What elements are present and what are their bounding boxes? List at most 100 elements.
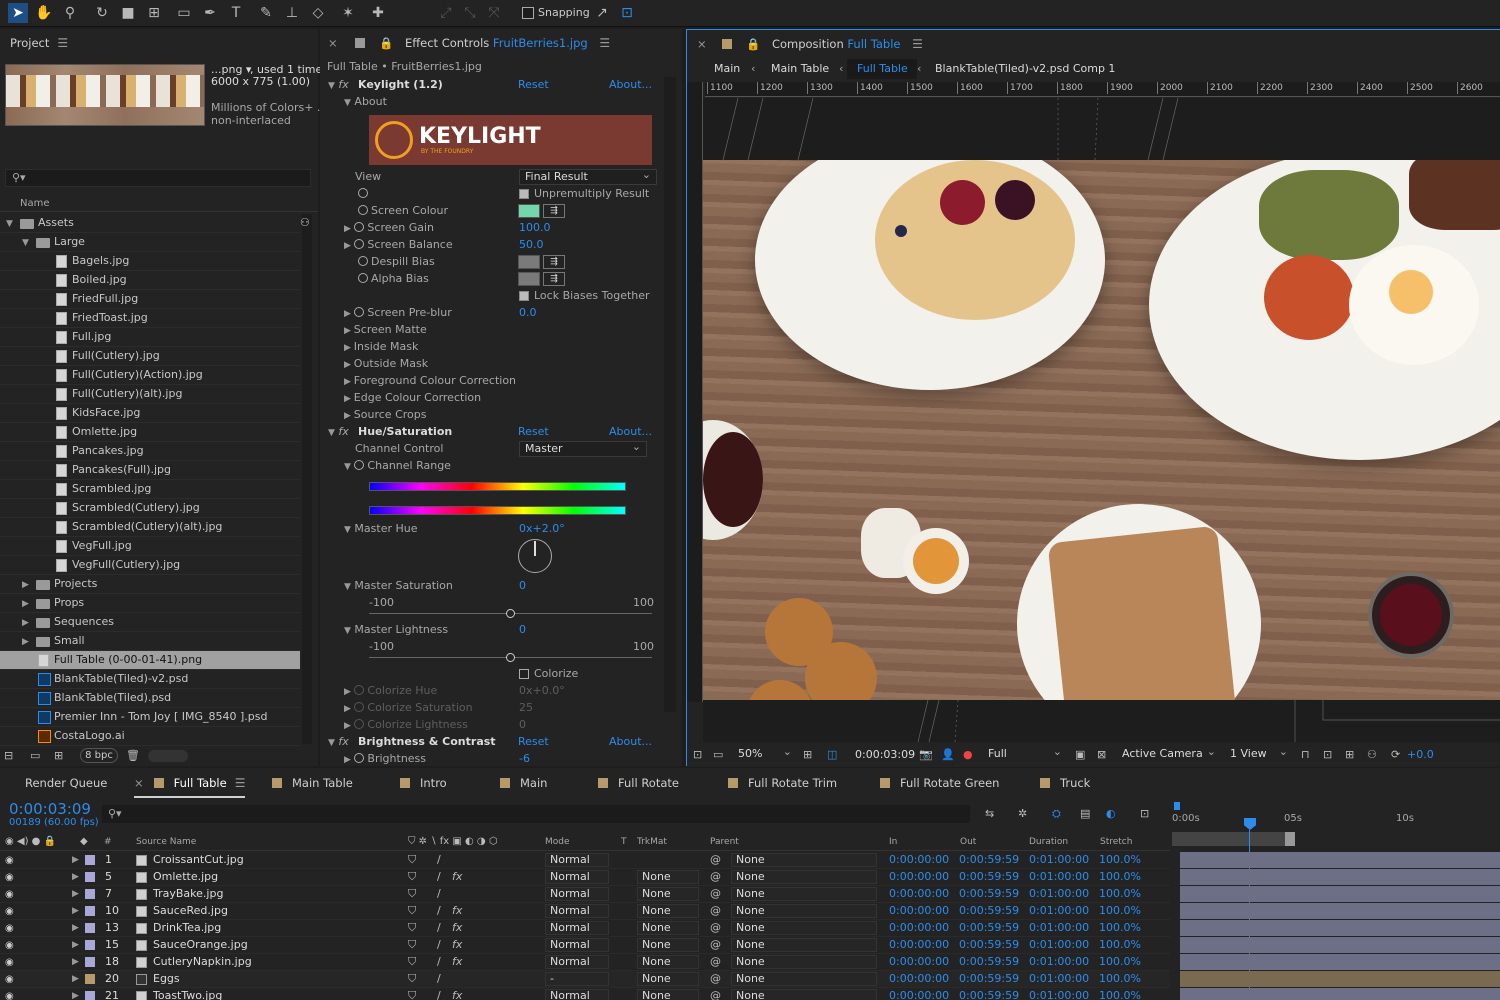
monitor-icon[interactable]: ▭ bbox=[713, 748, 723, 762]
fast-previews-icon[interactable]: ⊡ bbox=[1323, 748, 1332, 762]
twirl-icon[interactable]: ▼ bbox=[6, 217, 13, 231]
stretch-value[interactable]: 100.0% bbox=[1099, 904, 1141, 918]
duration-value[interactable]: 0:01:00:00 bbox=[1029, 853, 1089, 867]
project-folder-row[interactable]: ▶ Small bbox=[0, 632, 300, 651]
project-item-row[interactable]: FriedToast.jpg bbox=[0, 309, 300, 328]
rectangle-tool-icon[interactable]: ▭ bbox=[174, 3, 194, 23]
stopwatch-icon[interactable] bbox=[358, 256, 368, 266]
layer-duration-bar[interactable] bbox=[1180, 903, 1500, 919]
roto-brush-tool-icon[interactable]: ✶ bbox=[338, 3, 358, 23]
stretch-value[interactable]: 100.0% bbox=[1099, 972, 1141, 986]
shy-switch-icon[interactable]: ⛉ bbox=[408, 870, 416, 884]
parent-dropdown[interactable]: None bbox=[731, 938, 877, 952]
vertical-ruler[interactable] bbox=[687, 82, 703, 702]
type-tool-icon[interactable]: T bbox=[226, 3, 246, 23]
quality-switch-icon[interactable]: / bbox=[437, 989, 441, 1000]
project-item-row[interactable]: Omlette.jpg bbox=[0, 423, 300, 442]
duration-value[interactable]: 0:01:00:00 bbox=[1029, 955, 1089, 969]
quality-switch-icon[interactable]: / bbox=[437, 887, 441, 901]
pick-whip-icon[interactable]: @ bbox=[710, 972, 721, 986]
colorize-hue-row[interactable]: ▶ Colorize Hue bbox=[344, 684, 437, 699]
timeline-search-input[interactable]: ⚲▾ bbox=[102, 805, 970, 823]
keylight-group-row[interactable]: ▶ Inside Mask bbox=[344, 340, 418, 355]
out-point[interactable]: 0:00:59:59 bbox=[959, 955, 1019, 969]
layer-duration-bar[interactable] bbox=[1180, 937, 1500, 953]
composition-mini-flowchart-icon[interactable]: ⇆ bbox=[985, 807, 994, 821]
project-item-row[interactable]: Full Table (0-00-01-41).png bbox=[0, 651, 300, 670]
twirl-icon[interactable]: ▶ bbox=[72, 853, 79, 867]
graph-editor-icon[interactable]: ⊡ bbox=[1140, 807, 1149, 821]
mask-visibility-icon[interactable]: ◫ bbox=[827, 748, 837, 762]
project-tab[interactable]: Project ☰ bbox=[10, 29, 68, 57]
in-column[interactable]: In bbox=[889, 835, 897, 849]
stretch-value[interactable]: 100.0% bbox=[1099, 921, 1141, 935]
project-item-row[interactable]: VegFull(Cutlery).jpg bbox=[0, 556, 300, 575]
menu-icon[interactable]: ☰ bbox=[57, 29, 68, 57]
work-area-bar[interactable] bbox=[1172, 832, 1290, 846]
snapping-checkbox[interactable] bbox=[522, 7, 534, 19]
bc-about-button[interactable]: About... bbox=[609, 735, 652, 749]
hue-about-button[interactable]: About... bbox=[609, 425, 652, 439]
twirl-icon[interactable]: ▶ bbox=[72, 955, 79, 969]
timeline-tab[interactable]: Render Queue bbox=[25, 768, 107, 798]
pick-whip-icon[interactable]: @ bbox=[710, 921, 721, 935]
source-name-column[interactable]: Source Name bbox=[136, 835, 196, 849]
trash-icon[interactable]: 🗑 bbox=[126, 749, 140, 763]
parent-dropdown[interactable]: None bbox=[731, 887, 877, 901]
snapshot-icon[interactable]: 📷 bbox=[919, 748, 933, 762]
label-color[interactable] bbox=[85, 872, 95, 882]
timeline-tab[interactable]: Full Rotate bbox=[598, 768, 679, 798]
time-ruler[interactable]: 0:00s 05s 10s bbox=[1172, 800, 1500, 850]
axis-local-icon[interactable]: ⤢ bbox=[436, 3, 456, 23]
stopwatch-icon[interactable] bbox=[358, 273, 368, 283]
brightness-value[interactable]: -6 bbox=[519, 752, 530, 766]
twirl-icon[interactable]: ▶ bbox=[72, 870, 79, 884]
pick-whip-icon[interactable]: @ bbox=[710, 938, 721, 952]
layer-duration-bar[interactable] bbox=[1180, 988, 1500, 1000]
pan-behind-tool-icon[interactable]: ⊞ bbox=[144, 3, 164, 23]
project-item-row[interactable]: CostaLogo.ai bbox=[0, 727, 300, 746]
eraser-tool-icon[interactable]: ◇ bbox=[308, 3, 328, 23]
snap-features-icon[interactable]: ⊡ bbox=[617, 3, 637, 23]
parent-dropdown[interactable]: None bbox=[731, 921, 877, 935]
duration-value[interactable]: 0:01:00:00 bbox=[1029, 972, 1089, 986]
in-point[interactable]: 0:00:00:00 bbox=[889, 904, 949, 918]
timeline-timecode[interactable]: 0:00:03:09 bbox=[9, 800, 91, 818]
twirl-icon[interactable]: ▶ bbox=[344, 360, 354, 370]
fx-switch-icon[interactable]: fx bbox=[452, 955, 462, 969]
about-group[interactable]: ▼ About bbox=[344, 95, 387, 110]
colorize-lightness-row[interactable]: ▶ Colorize Lightness bbox=[344, 718, 468, 733]
blend-mode-dropdown[interactable]: Normal bbox=[545, 955, 609, 969]
eyedropper-icon[interactable]: ⇶ bbox=[543, 272, 565, 286]
twirl-icon[interactable]: ▶ bbox=[72, 989, 79, 1000]
twirl-icon[interactable]: ▶ bbox=[22, 578, 29, 592]
alpha-bias-swatch[interactable] bbox=[518, 272, 540, 286]
project-folder-row[interactable]: ▼ Large bbox=[0, 233, 300, 252]
master-hue-dial[interactable] bbox=[518, 539, 552, 573]
layer-name[interactable]: SauceRed.jpg bbox=[153, 904, 228, 918]
keylight-group-row[interactable]: ▶ Outside Mask bbox=[344, 357, 428, 372]
brush-tool-icon[interactable]: ✎ bbox=[256, 3, 276, 23]
project-scrollbar[interactable] bbox=[302, 214, 312, 744]
timeline-tab[interactable]: Full Rotate Trim bbox=[728, 768, 837, 798]
fx-switch-icon[interactable]: fx bbox=[452, 904, 462, 918]
table-row[interactable]: ◉ ▶ 10 SauceRed.jpg ⛉ / fx Normal None @ None 0:00:… bbox=[0, 903, 1170, 920]
table-row[interactable]: ◉ ▶ 7 TrayBake.jpg ⛉ / Normal None @ None 0:00:00:… bbox=[0, 886, 1170, 903]
screen-balance-row[interactable]: ▶ Screen Balance bbox=[344, 238, 453, 253]
table-row[interactable]: ◉ ▶ 5 Omlette.jpg ⛉ / fx Normal None @ None 0:00:00… bbox=[0, 869, 1170, 886]
blend-mode-dropdown[interactable]: Normal bbox=[545, 938, 609, 952]
twirl-icon[interactable]: ▶ bbox=[72, 921, 79, 935]
keylight-group-row[interactable]: ▶ Edge Colour Correction bbox=[344, 391, 481, 406]
timeline-tab[interactable]: Truck bbox=[1040, 768, 1090, 798]
timeline-tab[interactable]: Intro bbox=[400, 768, 447, 798]
parent-dropdown[interactable]: None bbox=[731, 870, 877, 884]
master-lightness-row[interactable]: ▼ Master Lightness bbox=[344, 623, 448, 638]
project-item-row[interactable]: Scrambled(Cutlery).jpg bbox=[0, 499, 300, 518]
close-icon[interactable]: × bbox=[697, 37, 707, 51]
fx-switch-icon[interactable]: fx bbox=[452, 989, 462, 1000]
project-item-row[interactable]: Pancakes.jpg bbox=[0, 442, 300, 461]
in-point[interactable]: 0:00:00:00 bbox=[889, 989, 949, 1000]
flowchart-icon[interactable]: ⚇ bbox=[1367, 748, 1377, 762]
layer-name[interactable]: TrayBake.jpg bbox=[153, 887, 223, 901]
keylight-group-row[interactable]: ▶ Screen Matte bbox=[344, 323, 427, 338]
